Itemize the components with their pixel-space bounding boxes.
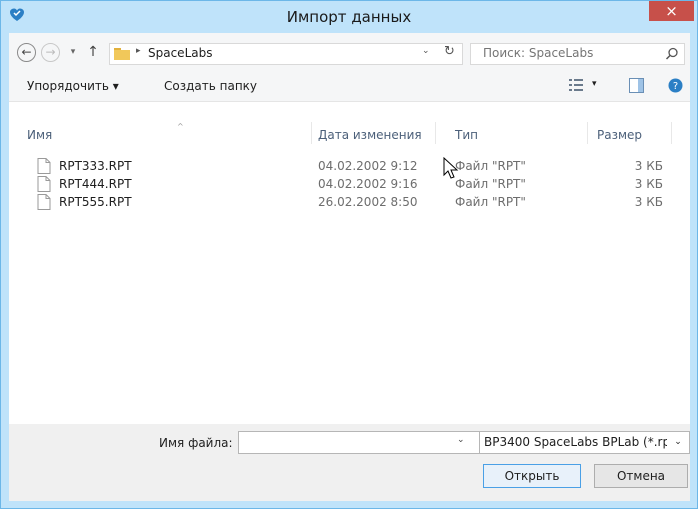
dialog-footer: Имя файла: ⌄ BP3400 SpaceLabs BPLab (*.r…: [9, 424, 690, 501]
column-size-header[interactable]: Размер: [597, 128, 642, 142]
file-row[interactable]: RPT333.RPT 04.02.2002 9:12 Файл "RPT" 3 …: [9, 157, 690, 175]
file-type: Файл "RPT": [455, 177, 526, 191]
close-button[interactable]: ×: [649, 1, 694, 21]
view-options-icon[interactable]: [569, 79, 583, 92]
file-icon: [37, 194, 51, 210]
back-button[interactable]: ←: [17, 43, 36, 62]
file-date: 04.02.2002 9:12: [318, 159, 418, 173]
file-date: 04.02.2002 9:16: [318, 177, 418, 191]
column-header-row: Имя ^ Дата изменения Тип Размер: [9, 122, 690, 144]
file-icon: [37, 158, 51, 174]
address-dropdown-icon[interactable]: ⌄: [422, 46, 430, 56]
column-name-header[interactable]: Имя: [27, 128, 52, 142]
filename-dropdown-icon[interactable]: ⌄: [457, 435, 465, 445]
filename-input[interactable]: [243, 434, 443, 450]
sort-caret-icon: ^: [177, 122, 184, 131]
filename-label: Имя файла:: [159, 436, 233, 450]
search-input[interactable]: [483, 45, 653, 61]
address-bar[interactable]: ▸ SpaceLabs ⌄ ↻: [109, 43, 463, 65]
file-list: RPT333.RPT 04.02.2002 9:12 Файл "RPT" 3 …: [9, 157, 690, 211]
column-divider[interactable]: [587, 122, 588, 144]
file-type-filter[interactable]: BP3400 SpaceLabs BPLab (*.rpt) ⌄: [479, 431, 690, 454]
file-type: Файл "RPT": [455, 159, 526, 173]
breadcrumb-separator: ▸: [136, 46, 141, 56]
file-row[interactable]: RPT444.RPT 04.02.2002 9:16 Файл "RPT" 3 …: [9, 175, 690, 193]
file-size: 3 КБ: [634, 159, 663, 173]
file-icon: [37, 176, 51, 192]
column-divider[interactable]: [671, 122, 672, 144]
window-title: Импорт данных: [286, 8, 412, 26]
import-dialog: Импорт данных × ← → ▾ ↑ ▸ SpaceLabs ⌄ ↻: [0, 0, 698, 509]
filter-dropdown-icon[interactable]: ⌄: [667, 432, 689, 453]
folder-icon: [114, 48, 130, 60]
recent-locations-button[interactable]: ▾: [63, 42, 83, 62]
column-divider[interactable]: [311, 122, 312, 144]
forward-button[interactable]: →: [41, 43, 60, 62]
file-size: 3 КБ: [634, 195, 663, 209]
file-row[interactable]: RPT555.RPT 26.02.2002 8:50 Файл "RPT" 3 …: [9, 193, 690, 211]
file-size: 3 КБ: [634, 177, 663, 191]
column-type-header[interactable]: Тип: [455, 128, 478, 142]
file-date: 26.02.2002 8:50: [318, 195, 418, 209]
title-bar: Импорт данных ×: [1, 1, 697, 33]
refresh-icon[interactable]: ↻: [444, 44, 455, 59]
navigation-bar: ← → ▾ ↑ ▸ SpaceLabs ⌄ ↻: [9, 33, 690, 71]
up-button[interactable]: ↑: [83, 42, 103, 62]
file-name: RPT444.RPT: [59, 177, 132, 191]
column-date-header[interactable]: Дата изменения: [318, 128, 422, 142]
file-name: RPT555.RPT: [59, 195, 132, 209]
svg-text:?: ?: [673, 81, 678, 92]
filename-combobox[interactable]: ⌄: [238, 431, 480, 454]
search-box[interactable]: [470, 43, 685, 65]
file-type: Файл "RPT": [455, 195, 526, 209]
help-icon[interactable]: ?: [668, 78, 683, 93]
column-divider[interactable]: [435, 122, 436, 144]
cancel-button[interactable]: Отмена: [594, 464, 688, 488]
mouse-cursor-icon: [443, 157, 459, 179]
file-type-filter-value: BP3400 SpaceLabs BPLab (*.rpt): [484, 435, 680, 449]
view-dropdown-icon[interactable]: ▾: [592, 79, 597, 89]
breadcrumb-spacelabs[interactable]: SpaceLabs: [148, 46, 212, 60]
new-folder-button[interactable]: Создать папку: [164, 79, 257, 93]
search-icon[interactable]: [665, 47, 679, 61]
organize-button[interactable]: Упорядочить ▾: [27, 79, 119, 93]
preview-pane-icon[interactable]: [629, 78, 644, 93]
file-name: RPT333.RPT: [59, 159, 132, 173]
command-toolbar: Упорядочить ▾ Создать папку ▾ ?: [9, 71, 690, 102]
open-button[interactable]: Открыть: [483, 464, 581, 488]
